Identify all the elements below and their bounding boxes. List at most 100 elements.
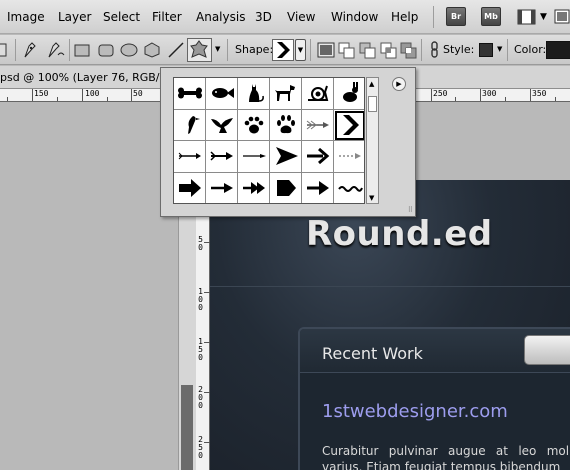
panel-title: Recent Work bbox=[322, 344, 423, 363]
options-separator bbox=[227, 39, 228, 61]
eagle-icon[interactable] bbox=[206, 109, 238, 141]
ellipse-tool-icon[interactable] bbox=[119, 40, 139, 60]
scroll-thumb[interactable] bbox=[368, 96, 377, 112]
menu-filter[interactable]: Filter bbox=[152, 10, 182, 24]
feather-arrow-icon[interactable] bbox=[302, 109, 334, 141]
polygon-tool-icon[interactable] bbox=[142, 40, 162, 60]
chevron-right-icon[interactable] bbox=[334, 110, 364, 141]
arrow-pentagon-icon[interactable] bbox=[270, 172, 302, 203]
options-separator bbox=[69, 39, 70, 61]
options-separator bbox=[507, 39, 508, 61]
picker-menu-icon[interactable]: ▶ bbox=[392, 77, 406, 91]
new-shape-layer-icon[interactable] bbox=[316, 40, 336, 60]
chevron-down-icon[interactable]: ▼ bbox=[540, 12, 547, 22]
mini-bridge-button[interactable]: Mb bbox=[481, 7, 501, 26]
squiggle-icon[interactable] bbox=[334, 173, 364, 204]
vertical-ruler: 5 0 1 0 0 1 5 0 2 0 0 2 5 0 bbox=[196, 210, 210, 470]
vruler-label: 2 0 0 bbox=[198, 385, 203, 410]
scroll-down-icon[interactable]: ▼ bbox=[369, 194, 374, 202]
resize-grip-icon[interactable]: ⠿ bbox=[408, 206, 413, 214]
rectangle-tool-icon[interactable] bbox=[72, 40, 92, 60]
arrow-slim-icon[interactable] bbox=[238, 141, 270, 173]
arrow-bold-line-icon[interactable] bbox=[302, 141, 334, 173]
vruler-label: 5 0 bbox=[198, 235, 203, 252]
options-separator bbox=[310, 39, 311, 61]
rabbit-icon[interactable] bbox=[334, 78, 364, 110]
screen-mode-icon[interactable] bbox=[553, 7, 570, 27]
menu-select[interactable]: Select bbox=[103, 10, 140, 24]
intersect-shape-area-icon[interactable] bbox=[379, 40, 399, 60]
menu-layer[interactable]: Layer bbox=[58, 10, 91, 24]
color-label: Color: bbox=[514, 43, 547, 56]
arrow-short-icon[interactable] bbox=[206, 172, 238, 203]
options-separator bbox=[421, 39, 422, 61]
arrow-line-icon[interactable] bbox=[206, 141, 238, 173]
panel-paragraph: Curabitur pulvinar augue at leo mollis v… bbox=[322, 444, 570, 470]
arrow-heavy-icon[interactable] bbox=[302, 172, 334, 203]
shape-label: Shape: bbox=[235, 43, 274, 56]
chevron-down-icon[interactable]: ▼ bbox=[215, 45, 220, 53]
scroll-up-icon[interactable]: ▲ bbox=[369, 80, 374, 88]
arrow-block-icon[interactable] bbox=[174, 172, 206, 203]
document-title: psd @ 100% (Layer 76, RGB/8) * bbox=[0, 71, 180, 84]
menu-analysis[interactable]: Analysis bbox=[196, 10, 245, 24]
menu-image[interactable]: Image bbox=[7, 10, 45, 24]
tool-preset-icon[interactable] bbox=[0, 40, 10, 60]
style-label: Style: bbox=[443, 43, 475, 56]
line-tool-icon[interactable] bbox=[166, 40, 186, 60]
document-canvas[interactable]: Round.ed Recent Work 1stwebdesigner.com … bbox=[210, 180, 570, 470]
custom-shape-tool-icon[interactable] bbox=[187, 38, 212, 62]
ruler-label: 50 bbox=[133, 89, 143, 98]
vruler-label: 1 0 0 bbox=[198, 287, 203, 312]
arrow-thin-icon[interactable] bbox=[174, 141, 206, 173]
add-shape-area-icon[interactable] bbox=[337, 40, 357, 60]
vruler-label: 2 5 0 bbox=[198, 435, 203, 460]
dog-icon[interactable] bbox=[270, 78, 302, 110]
options-bar: ▼ Shape: ▼ Style: ▼ Color: bbox=[0, 35, 570, 65]
bridge-button[interactable]: Br bbox=[446, 7, 466, 26]
rounded-rectangle-tool-icon[interactable] bbox=[96, 40, 116, 60]
bone-icon[interactable] bbox=[174, 78, 206, 110]
view-extras-icon[interactable] bbox=[517, 7, 537, 27]
exclude-shape-area-icon[interactable] bbox=[399, 40, 419, 60]
menu-window[interactable]: Window bbox=[331, 10, 378, 24]
shape-picker-scrollbar[interactable]: ▲ ▼ bbox=[366, 77, 379, 204]
dog-paw-icon[interactable] bbox=[270, 109, 302, 141]
options-separator bbox=[15, 39, 16, 61]
arrow-double-head-icon[interactable] bbox=[238, 172, 270, 203]
site-logo: Round.ed bbox=[306, 214, 493, 254]
ruler-label: 350 bbox=[532, 89, 547, 98]
custom-shape-picker: ▲ ▼ ▶ ⠿ bbox=[160, 67, 416, 217]
color-swatch[interactable] bbox=[546, 41, 570, 59]
style-swatch[interactable] bbox=[479, 43, 493, 57]
arrow-dashed-icon[interactable] bbox=[334, 141, 364, 173]
pen-tool-icon[interactable] bbox=[22, 40, 42, 60]
chevron-down-icon[interactable]: ▼ bbox=[497, 45, 502, 53]
fish-icon[interactable] bbox=[206, 78, 238, 110]
freeform-pen-icon[interactable] bbox=[46, 40, 66, 60]
panel-header-button bbox=[524, 335, 570, 365]
paw-print-icon[interactable] bbox=[238, 109, 270, 141]
menu-separator bbox=[433, 6, 434, 28]
menu-3d[interactable]: 3D bbox=[255, 10, 272, 24]
menu-view[interactable]: View bbox=[287, 10, 315, 24]
subtract-shape-area-icon[interactable] bbox=[358, 40, 378, 60]
menu-bar: Image Layer Select Filter Analysis 3D Vi… bbox=[0, 0, 570, 34]
snail-icon[interactable] bbox=[302, 78, 334, 110]
ruler-label: 150 bbox=[34, 89, 49, 98]
shape-grid bbox=[173, 77, 365, 204]
arrowhead-icon[interactable] bbox=[270, 141, 302, 173]
link-icon[interactable] bbox=[425, 40, 445, 60]
header-divider bbox=[210, 286, 570, 287]
site-link: 1stwebdesigner.com bbox=[322, 401, 508, 422]
ruler-label: 250 bbox=[433, 89, 448, 98]
cat-icon[interactable] bbox=[238, 78, 270, 110]
ruler-label: 300 bbox=[482, 89, 497, 98]
menu-help[interactable]: Help bbox=[391, 10, 418, 24]
shape-preview-chevron-icon[interactable] bbox=[272, 39, 294, 61]
bird-icon[interactable] bbox=[174, 109, 206, 141]
recent-work-panel: Recent Work 1stwebdesigner.com Curabitur… bbox=[298, 327, 570, 470]
shape-dropdown-button[interactable]: ▼ bbox=[295, 39, 306, 61]
panel-header: Recent Work bbox=[300, 329, 570, 373]
panel-scrollbar[interactable] bbox=[181, 385, 193, 470]
